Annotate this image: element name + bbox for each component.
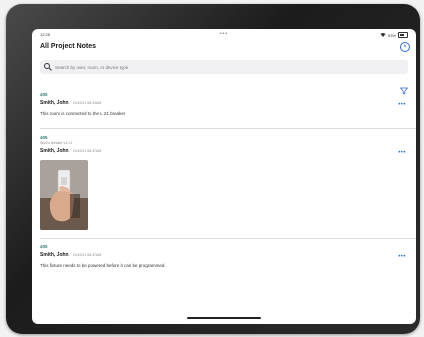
- note-author: Smith, John: [40, 252, 69, 258]
- more-options-button[interactable]: •••: [398, 254, 406, 260]
- divider: [40, 128, 416, 129]
- page-title: All Project Notes: [40, 43, 97, 50]
- more-options-button[interactable]: •••: [398, 102, 406, 108]
- battery-percent: 53%: [387, 32, 396, 38]
- note-text: This fixture needs to be powered before …: [40, 263, 166, 268]
- app-screen: 12:25 ••• 53% All Project Notes × Search…: [32, 29, 416, 324]
- more-options-button[interactable]: •••: [398, 150, 406, 156]
- note-room: 405: [40, 244, 48, 249]
- divider: [40, 238, 416, 239]
- note-room: 405: [40, 92, 48, 97]
- note-header: Smith, John 10/19/21 08:34AM: [40, 100, 408, 106]
- hand-holding-device-photo: [40, 160, 88, 230]
- multitask-dots[interactable]: •••: [220, 31, 228, 37]
- note-author: Smith, John: [40, 100, 69, 106]
- note-header: Smith, John 10/19/21 08:37AM: [40, 252, 408, 258]
- note-room: 405: [40, 135, 48, 140]
- note-device: Wiz2u breaker v4.C1: [40, 141, 73, 145]
- note-text: This room is connected to the L 21 break…: [40, 111, 126, 116]
- note-timestamp: 10/19/21 08:34AM: [72, 101, 102, 105]
- note-timestamp: 10/19/21 08:37AM: [72, 253, 102, 257]
- tablet-frame: 12:25 ••• 53% All Project Notes × Search…: [6, 4, 420, 334]
- search-icon: [44, 63, 52, 71]
- note-header: Smith, John 10/19/21 08:37AM: [40, 148, 408, 154]
- battery-icon: [398, 32, 408, 38]
- search-input[interactable]: [53, 64, 357, 70]
- home-indicator[interactable]: [187, 317, 261, 319]
- status-indicators: 53%: [380, 32, 408, 38]
- note-author: Smith, John: [40, 148, 69, 154]
- note-timestamp: 10/19/21 08:37AM: [72, 149, 102, 153]
- note-photo[interactable]: [40, 160, 88, 230]
- note-item[interactable]: 405 Smith, John 10/19/21 08:34AM ••• Thi…: [40, 92, 408, 116]
- close-icon[interactable]: ×: [400, 42, 410, 52]
- note-item[interactable]: 405 Wiz2u breaker v4.C1 Smith, John 10/1…: [40, 135, 408, 230]
- note-item[interactable]: 405 Smith, John 10/19/21 08:37AM ••• Thi…: [40, 244, 408, 268]
- search-bar[interactable]: [40, 60, 408, 74]
- status-time: 12:25: [40, 32, 51, 37]
- status-bar: 12:25 ••• 53%: [40, 31, 408, 39]
- wifi-icon: [380, 33, 386, 37]
